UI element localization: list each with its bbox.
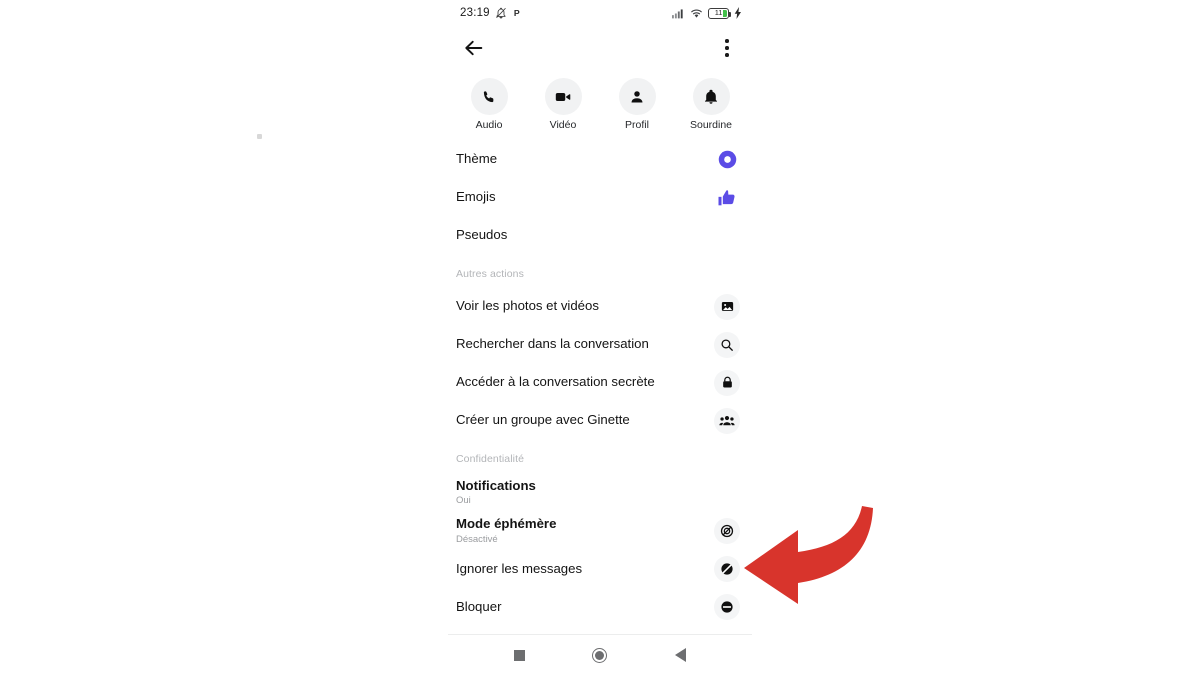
- list-item-sublabel: Désactivé: [456, 533, 498, 545]
- row-texts: Bloquer: [456, 599, 501, 616]
- ephemeral-timer-icon: [714, 517, 740, 544]
- quick-action-label: Sourdine: [689, 119, 733, 131]
- recents-square-icon[interactable]: [513, 649, 525, 661]
- status-time: 23:19: [460, 7, 490, 19]
- back-button[interactable]: [460, 34, 488, 62]
- kebab-dot: [725, 53, 729, 57]
- background-speck: [257, 134, 262, 139]
- list-item-conversation-secrete[interactable]: Accéder à la conversation secrète: [448, 364, 752, 402]
- theme-circle-icon: [714, 147, 740, 173]
- quick-action-profile[interactable]: Profil: [611, 78, 663, 131]
- list-item-bloquer[interactable]: Bloquer: [448, 588, 752, 626]
- list-item-label: Ignorer les messages: [456, 561, 583, 577]
- list-item-voir-photos-videos[interactable]: Voir les photos et vidéos: [448, 288, 752, 326]
- list-item-label: Rechercher dans la conversation: [456, 336, 649, 352]
- battery-indicator: 11: [708, 7, 731, 19]
- row-texts: Accéder à la conversation secrète: [456, 374, 655, 391]
- back-arrow-icon: [465, 40, 483, 56]
- lock-icon: [714, 369, 740, 396]
- video-camera-icon: [544, 78, 582, 115]
- home-circle-icon[interactable]: [592, 647, 608, 663]
- back-triangle-icon[interactable]: [675, 648, 687, 662]
- charging-bolt-icon: [734, 7, 741, 19]
- quick-action-mute[interactable]: Sourdine: [685, 78, 737, 131]
- row-texts: Créer un groupe avec Ginette: [456, 412, 630, 429]
- bell-icon: [692, 78, 730, 115]
- phone-screen: 23:19 P 11 Audio Vidéo Profil Sourdine T…: [448, 0, 752, 675]
- section-header-confidentialite: Confidentialité: [456, 452, 525, 465]
- overflow-menu-button[interactable]: [716, 35, 738, 61]
- list-item-creer-groupe[interactable]: Créer un groupe avec Ginette: [448, 402, 752, 440]
- thumbs-up-icon: [714, 185, 740, 211]
- row-texts: Voir les photos et vidéos: [456, 298, 599, 315]
- search-icon: [714, 331, 740, 358]
- quick-action-label: Vidéo: [549, 119, 577, 131]
- quick-action-audio[interactable]: Audio: [463, 78, 515, 131]
- row-texts: Notifications Oui: [456, 478, 536, 507]
- list-item-label: Thème: [456, 151, 498, 167]
- annotation-arrow-icon: [744, 506, 873, 604]
- list-item-label: Créer un groupe avec Ginette: [456, 412, 630, 428]
- bell-muted-icon: [495, 7, 506, 19]
- list-item-label: Emojis: [456, 189, 496, 205]
- list-item-pseudos[interactable]: Pseudos: [448, 217, 752, 255]
- list-item-theme[interactable]: Thème: [448, 141, 752, 179]
- list-item-label: Mode éphémère: [456, 516, 557, 532]
- screenshot-canvas: 23:19 P 11 Audio Vidéo Profil Sourdine T…: [0, 0, 1200, 675]
- person-icon: [618, 78, 656, 115]
- group-people-icon: [714, 407, 740, 434]
- row-texts: Pseudos: [456, 227, 507, 244]
- app-bar: [448, 26, 752, 70]
- battery-fill: [723, 9, 727, 17]
- cellular-signal-icon: [672, 8, 683, 18]
- android-nav-bar: [448, 635, 752, 675]
- svg-text:P: P: [514, 8, 520, 18]
- list-item-emojis[interactable]: Emojis: [448, 179, 752, 217]
- kebab-dot: [725, 39, 729, 43]
- list-item-label: Bloquer: [456, 599, 502, 615]
- settings-list: Thème Emojis Pseudos Autres actions Voir…: [448, 141, 752, 665]
- list-item-ignorer-messages[interactable]: Ignorer les messages: [448, 550, 752, 588]
- image-icon: [714, 293, 740, 320]
- parking-p-icon: P: [514, 8, 520, 18]
- quick-action-label: Profil: [625, 119, 649, 131]
- row-texts: Mode éphémère Désactivé: [456, 516, 556, 545]
- list-item-label: Voir les photos et vidéos: [456, 298, 599, 314]
- row-texts: Thème: [456, 151, 497, 168]
- phone-icon: [470, 78, 508, 115]
- kebab-dot: [725, 46, 729, 50]
- battery-level: 11: [714, 8, 723, 18]
- wifi-icon: [691, 9, 702, 18]
- block-icon: [714, 594, 740, 621]
- list-item-mode-ephemere[interactable]: Mode éphémère Désactivé: [448, 511, 752, 550]
- list-item-sublabel: Oui: [456, 495, 471, 506]
- quick-action-video[interactable]: Vidéo: [537, 78, 589, 131]
- status-bar-left: 23:19 P: [460, 7, 523, 19]
- status-bar-right: 11: [672, 7, 742, 19]
- list-item-notifications[interactable]: Notifications Oui: [448, 473, 752, 512]
- row-texts: Emojis: [456, 189, 496, 206]
- status-bar: 23:19 P 11: [448, 0, 752, 26]
- list-item-label: Accéder à la conversation secrète: [456, 374, 655, 390]
- section-header-autres-actions: Autres actions: [456, 267, 524, 280]
- home-inner-dot: [595, 650, 605, 660]
- list-item-label: Notifications: [456, 477, 536, 493]
- mute-slash-icon: [714, 556, 740, 583]
- list-item-label: Pseudos: [456, 227, 508, 243]
- row-texts: Rechercher dans la conversation: [456, 336, 649, 353]
- row-texts: Ignorer les messages: [456, 561, 582, 578]
- quick-action-label: Audio: [475, 119, 503, 131]
- quick-actions-row: Audio Vidéo Profil Sourdine: [448, 70, 752, 141]
- list-item-rechercher-conversation[interactable]: Rechercher dans la conversation: [448, 326, 752, 364]
